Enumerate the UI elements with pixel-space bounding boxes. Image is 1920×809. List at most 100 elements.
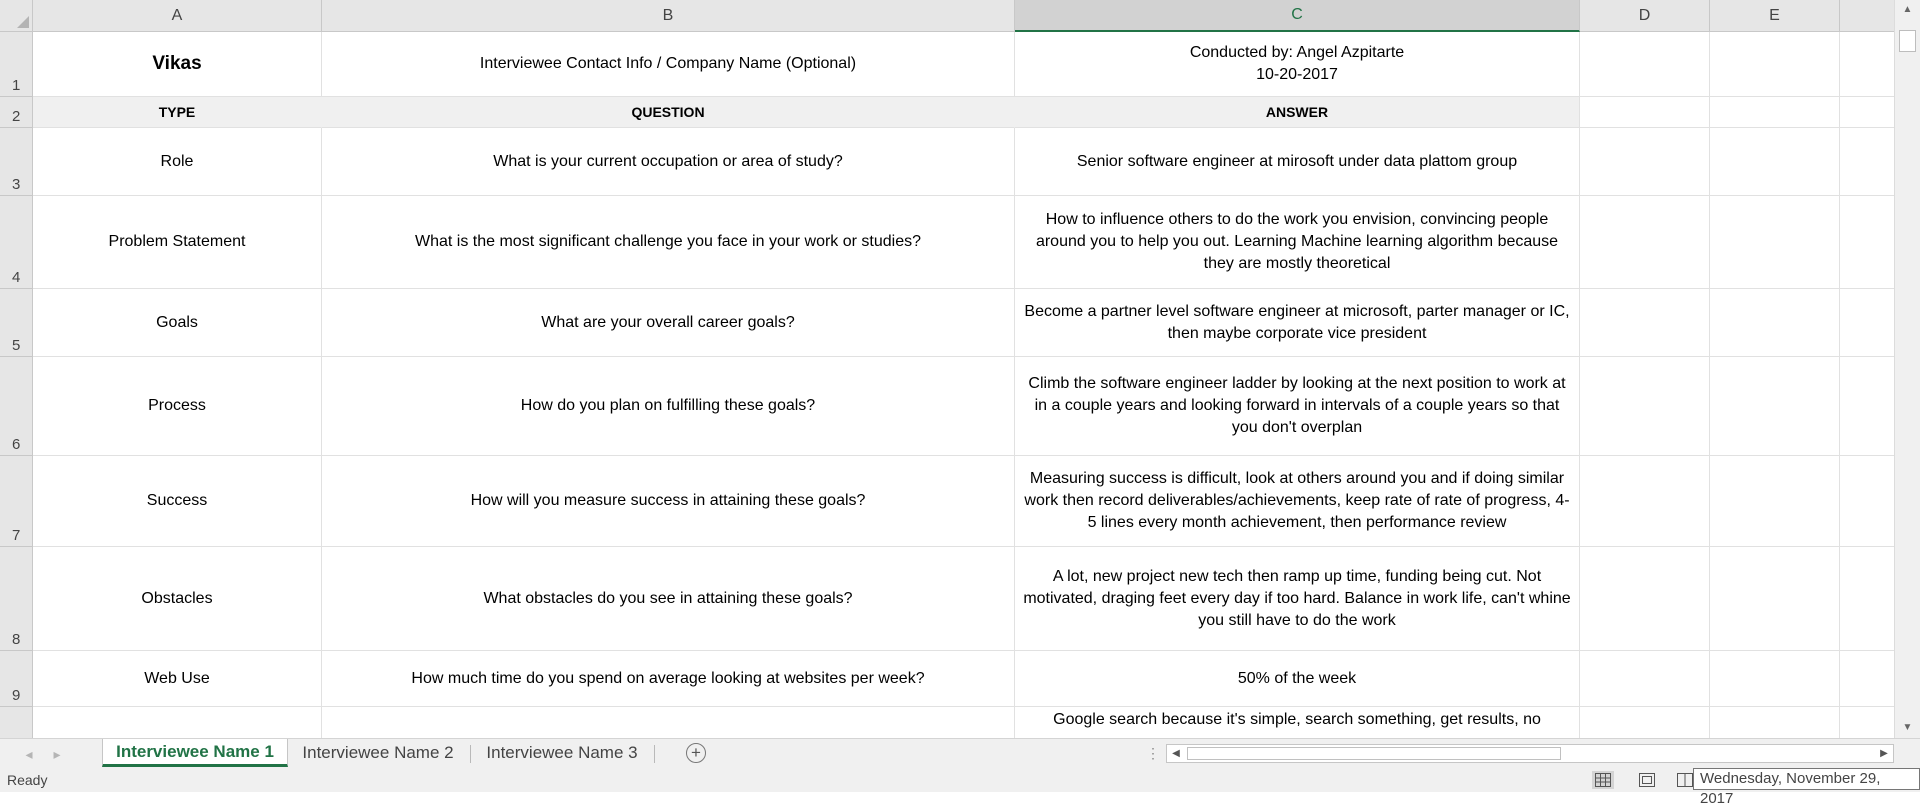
cell-d8[interactable]	[1580, 547, 1710, 651]
cell-f8[interactable]	[1840, 547, 1900, 651]
cell-a6[interactable]: Process	[33, 357, 322, 456]
next-sheet-arrow-icon[interactable]: ▸	[46, 739, 68, 769]
cell-c4[interactable]: How to influence others to do the work y…	[1015, 196, 1580, 289]
column-header-f[interactable]	[1840, 0, 1900, 32]
cell-c5[interactable]: Become a partner level software engineer…	[1015, 289, 1580, 357]
scroll-left-arrow-icon[interactable]: ◀	[1167, 745, 1185, 762]
cell-f6[interactable]	[1840, 357, 1900, 456]
cell-f1[interactable]	[1840, 32, 1900, 97]
row-header-6[interactable]: 6	[0, 357, 33, 456]
row-header-10[interactable]	[0, 707, 33, 738]
worksheet-grid: A B C D E 1 Vikas Interviewee Contact In…	[0, 0, 1920, 738]
sheet-tab-2[interactable]: Interviewee Name 2	[292, 739, 464, 767]
scroll-up-arrow-icon[interactable]: ▲	[1895, 2, 1920, 18]
cell-c6[interactable]: Climb the software engineer ladder by lo…	[1015, 357, 1580, 456]
horizontal-scroll-thumb[interactable]	[1187, 747, 1561, 760]
cell-e5[interactable]	[1710, 289, 1840, 357]
column-header-c[interactable]: C	[1015, 0, 1580, 32]
column-header-d[interactable]: D	[1580, 0, 1710, 32]
tab-separator	[470, 745, 471, 763]
cell-c9[interactable]: 50% of the week	[1015, 651, 1580, 707]
cell-e6[interactable]	[1710, 357, 1840, 456]
row-header-9[interactable]: 9	[0, 651, 33, 707]
scroll-down-arrow-icon[interactable]: ▼	[1895, 720, 1920, 736]
cell-a10[interactable]	[33, 707, 322, 738]
cell-d5[interactable]	[1580, 289, 1710, 357]
cell-a5[interactable]: Goals	[33, 289, 322, 357]
cell-f3[interactable]	[1840, 128, 1900, 196]
vertical-scroll-thumb[interactable]	[1899, 30, 1916, 52]
cell-e9[interactable]	[1710, 651, 1840, 707]
cell-c7[interactable]: Measuring success is difficult, look at …	[1015, 456, 1580, 547]
cell-c10[interactable]: Google search because it's simple, searc…	[1015, 707, 1580, 738]
cell-b8[interactable]: What obstacles do you see in attaining t…	[322, 547, 1015, 651]
cell-b10[interactable]	[322, 707, 1015, 738]
tab-split-handle-icon[interactable]: ⋮	[1146, 745, 1160, 762]
add-sheet-icon[interactable]: +	[686, 743, 706, 763]
scroll-right-arrow-icon[interactable]: ▶	[1875, 745, 1893, 762]
cell-a7[interactable]: Success	[33, 456, 322, 547]
cell-f5[interactable]	[1840, 289, 1900, 357]
cell-f10[interactable]	[1840, 707, 1900, 738]
horizontal-scrollbar[interactable]: ◀ ▶	[1166, 744, 1894, 763]
cell-a9[interactable]: Web Use	[33, 651, 322, 707]
cell-e4[interactable]	[1710, 196, 1840, 289]
cell-b3[interactable]: What is your current occupation or area …	[322, 128, 1015, 196]
cell-d7[interactable]	[1580, 456, 1710, 547]
cell-e8[interactable]	[1710, 547, 1840, 651]
cell-f9[interactable]	[1840, 651, 1900, 707]
row-header-8[interactable]: 8	[0, 547, 33, 651]
cell-f7[interactable]	[1840, 456, 1900, 547]
cell-a1[interactable]: Vikas	[33, 32, 322, 97]
cell-d10[interactable]	[1580, 707, 1710, 738]
cell-d9[interactable]	[1580, 651, 1710, 707]
cell-c2[interactable]: ANSWER	[1015, 97, 1580, 128]
cell-d2[interactable]	[1580, 97, 1710, 128]
cell-e3[interactable]	[1710, 128, 1840, 196]
cell-d6[interactable]	[1580, 357, 1710, 456]
page-layout-view-icon[interactable]	[1636, 771, 1658, 789]
cell-d1[interactable]	[1580, 32, 1710, 97]
select-all-icon	[17, 16, 29, 28]
cell-b7[interactable]: How will you measure success in attainin…	[322, 456, 1015, 547]
row-header-5[interactable]: 5	[0, 289, 33, 357]
row-header-3[interactable]: 3	[0, 128, 33, 196]
cell-b2[interactable]: QUESTION	[322, 97, 1015, 128]
cell-d4[interactable]	[1580, 196, 1710, 289]
cell-c1[interactable]: Conducted by: Angel Azpitarte 10-20-2017	[1015, 32, 1580, 97]
cell-a4[interactable]: Problem Statement	[33, 196, 322, 289]
sheet-tab-1[interactable]: Interviewee Name 1	[102, 739, 288, 767]
row-header-7[interactable]: 7	[0, 456, 33, 547]
cell-d3[interactable]	[1580, 128, 1710, 196]
sheet-tab-3[interactable]: Interviewee Name 3	[476, 739, 648, 767]
select-all-button[interactable]	[0, 0, 33, 32]
vertical-scrollbar[interactable]: ▲ ▼	[1894, 0, 1920, 738]
cell-e7[interactable]	[1710, 456, 1840, 547]
cell-a3[interactable]: Role	[33, 128, 322, 196]
status-bar: Ready Wednesday, November 29, 2017	[0, 768, 1920, 807]
previous-sheet-arrow-icon[interactable]: ◂	[18, 739, 40, 769]
cell-b5[interactable]: What are your overall career goals?	[322, 289, 1015, 357]
cell-e2[interactable]	[1710, 97, 1840, 128]
tab-separator	[654, 745, 655, 763]
cell-a2[interactable]: TYPE	[33, 97, 322, 128]
cell-b1[interactable]: Interviewee Contact Info / Company Name …	[322, 32, 1015, 97]
row-header-2[interactable]: 2	[0, 97, 33, 128]
cell-c8[interactable]: A lot, new project new tech then ramp up…	[1015, 547, 1580, 651]
column-header-e[interactable]: E	[1710, 0, 1840, 32]
cell-e10[interactable]	[1710, 707, 1840, 738]
column-header-a[interactable]: A	[33, 0, 322, 32]
cell-e1[interactable]	[1710, 32, 1840, 97]
row-header-1[interactable]: 1	[0, 32, 33, 97]
date-tooltip: Wednesday, November 29, 2017	[1693, 768, 1920, 807]
cell-f2[interactable]	[1840, 97, 1900, 128]
cell-b4[interactable]: What is the most significant challenge y…	[322, 196, 1015, 289]
cell-c3[interactable]: Senior software engineer at mirosoft und…	[1015, 128, 1580, 196]
normal-view-icon[interactable]	[1592, 771, 1614, 789]
column-header-b[interactable]: B	[322, 0, 1015, 32]
cell-f4[interactable]	[1840, 196, 1900, 289]
cell-a8[interactable]: Obstacles	[33, 547, 322, 651]
cell-b6[interactable]: How do you plan on fulfilling these goal…	[322, 357, 1015, 456]
cell-b9[interactable]: How much time do you spend on average lo…	[322, 651, 1015, 707]
row-header-4[interactable]: 4	[0, 196, 33, 289]
